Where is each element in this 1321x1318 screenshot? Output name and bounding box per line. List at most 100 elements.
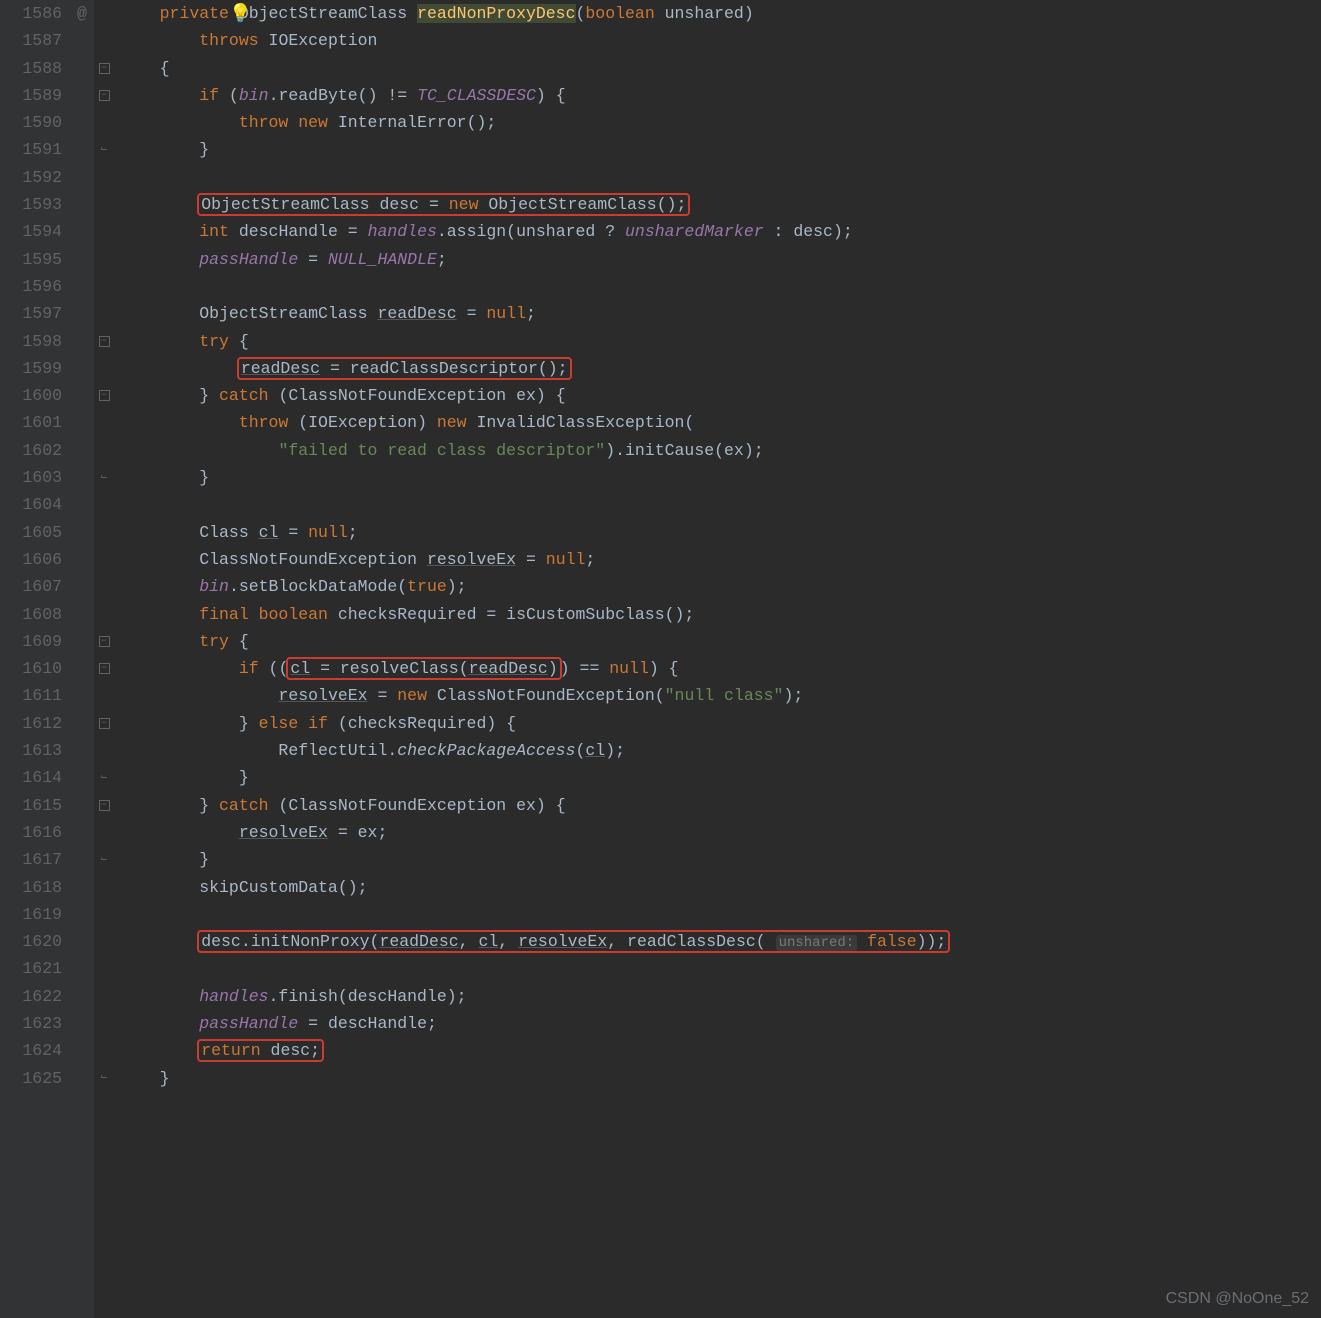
line-number[interactable]: 1604 — [10, 491, 62, 518]
code-line[interactable]: } catch (ClassNotFoundException ex) { — [120, 382, 1321, 409]
code-line[interactable] — [120, 955, 1321, 982]
line-number[interactable]: 1591 — [10, 136, 62, 163]
fold-marker[interactable]: − — [94, 655, 114, 682]
fold-marker[interactable]: ⌙ — [94, 764, 114, 791]
fold-marker[interactable]: − — [94, 382, 114, 409]
code-line[interactable]: handles.finish(descHandle); — [120, 983, 1321, 1010]
line-number[interactable]: 1612 — [10, 710, 62, 737]
code-line[interactable]: } — [120, 1065, 1321, 1092]
code-line[interactable]: return desc; — [120, 1037, 1321, 1064]
line-number[interactable]: 1623 — [10, 1010, 62, 1037]
fold-column[interactable]: −−⌙−−⌙−−−⌙−⌙⌙ — [94, 0, 114, 1318]
fold-marker[interactable]: − — [94, 710, 114, 737]
line-number[interactable]: 1621 — [10, 955, 62, 982]
line-number[interactable]: 1611 — [10, 682, 62, 709]
line-number-gutter[interactable]: 1586158715881589159015911592159315941595… — [0, 0, 70, 1318]
code-line[interactable] — [120, 491, 1321, 518]
line-number[interactable]: 1590 — [10, 109, 62, 136]
code-line[interactable]: desc.initNonProxy(readDesc, cl, resolveE… — [120, 928, 1321, 955]
line-number[interactable]: 1618 — [10, 874, 62, 901]
line-number[interactable]: 1587 — [10, 27, 62, 54]
code-line[interactable] — [120, 164, 1321, 191]
code-line[interactable]: int descHandle = handles.assign(unshared… — [120, 218, 1321, 245]
line-number[interactable]: 1609 — [10, 628, 62, 655]
code-line[interactable]: "failed to read class descriptor").initC… — [120, 437, 1321, 464]
line-number[interactable]: 1601 — [10, 409, 62, 436]
fold-marker[interactable]: − — [94, 328, 114, 355]
code-line[interactable]: } — [120, 464, 1321, 491]
code-line[interactable]: try { — [120, 628, 1321, 655]
code-line[interactable]: { — [120, 55, 1321, 82]
fold-marker[interactable]: − — [94, 82, 114, 109]
code-line[interactable]: readDesc = readClassDescriptor(); — [120, 355, 1321, 382]
code-line[interactable]: passHandle = NULL_HANDLE; — [120, 246, 1321, 273]
code-line[interactable]: } else if (checksRequired) { — [120, 710, 1321, 737]
line-number[interactable]: 1620 — [10, 928, 62, 955]
line-number[interactable]: 1593 — [10, 191, 62, 218]
line-number[interactable]: 1625 — [10, 1065, 62, 1092]
line-number[interactable]: 1588 — [10, 55, 62, 82]
line-number[interactable]: 1613 — [10, 737, 62, 764]
gutter-annotation — [70, 328, 94, 355]
fold-marker[interactable]: ⌙ — [94, 1065, 114, 1092]
intention-bulb-icon[interactable]: 💡 — [229, 3, 251, 25]
code-editor[interactable]: 1586158715881589159015911592159315941595… — [0, 0, 1321, 1318]
line-number[interactable]: 1616 — [10, 819, 62, 846]
line-number[interactable]: 1624 — [10, 1037, 62, 1064]
line-number[interactable]: 1605 — [10, 519, 62, 546]
code-line[interactable]: passHandle = descHandle; — [120, 1010, 1321, 1037]
code-line[interactable]: } — [120, 846, 1321, 873]
line-number[interactable]: 1602 — [10, 437, 62, 464]
line-number[interactable]: 1598 — [10, 328, 62, 355]
fold-marker[interactable]: ⌙ — [94, 464, 114, 491]
code-line[interactable]: skipCustomData(); — [120, 874, 1321, 901]
line-number[interactable]: 1594 — [10, 218, 62, 245]
line-number[interactable]: 1606 — [10, 546, 62, 573]
code-line[interactable]: throws IOException — [120, 27, 1321, 54]
line-number[interactable]: 1615 — [10, 792, 62, 819]
code-line[interactable]: } — [120, 136, 1321, 163]
line-number[interactable]: 1614 — [10, 764, 62, 791]
code-line[interactable]: private ObjectStreamClass readNonProxyDe… — [120, 0, 1321, 27]
line-number[interactable]: 1599 — [10, 355, 62, 382]
line-number[interactable]: 1589 — [10, 82, 62, 109]
code-line[interactable]: } — [120, 764, 1321, 791]
code-line[interactable]: ObjectStreamClass readDesc = null; — [120, 300, 1321, 327]
line-number[interactable]: 1610 — [10, 655, 62, 682]
fold-marker[interactable]: ⌙ — [94, 846, 114, 873]
code-line[interactable]: ObjectStreamClass desc = new ObjectStrea… — [120, 191, 1321, 218]
code-line[interactable] — [120, 901, 1321, 928]
fold-marker[interactable]: ⌙ — [94, 136, 114, 163]
line-number[interactable]: 1617 — [10, 846, 62, 873]
line-number[interactable]: 1596 — [10, 273, 62, 300]
fold-marker[interactable]: − — [94, 55, 114, 82]
line-number[interactable]: 1595 — [10, 246, 62, 273]
line-number[interactable]: 1597 — [10, 300, 62, 327]
code-line[interactable]: resolveEx = ex; — [120, 819, 1321, 846]
fold-marker[interactable]: − — [94, 628, 114, 655]
annotation-column[interactable]: @ — [70, 0, 94, 1318]
code-line[interactable]: Class cl = null; — [120, 519, 1321, 546]
fold-marker[interactable]: − — [94, 792, 114, 819]
line-number[interactable]: 1619 — [10, 901, 62, 928]
code-line[interactable] — [120, 273, 1321, 300]
code-line[interactable]: throw (IOException) new InvalidClassExce… — [120, 409, 1321, 436]
code-line[interactable]: } catch (ClassNotFoundException ex) { — [120, 792, 1321, 819]
line-number[interactable]: 1586 — [10, 0, 62, 27]
code-line[interactable]: throw new InternalError(); — [120, 109, 1321, 136]
code-area[interactable]: 💡 private ObjectStreamClass readNonProxy… — [114, 0, 1321, 1318]
code-line[interactable]: if ((cl = resolveClass(readDesc)) == nul… — [120, 655, 1321, 682]
code-line[interactable]: ClassNotFoundException resolveEx = null; — [120, 546, 1321, 573]
line-number[interactable]: 1607 — [10, 573, 62, 600]
code-line[interactable]: bin.setBlockDataMode(true); — [120, 573, 1321, 600]
line-number[interactable]: 1603 — [10, 464, 62, 491]
code-line[interactable]: ReflectUtil.checkPackageAccess(cl); — [120, 737, 1321, 764]
code-line[interactable]: final boolean checksRequired = isCustomS… — [120, 601, 1321, 628]
line-number[interactable]: 1600 — [10, 382, 62, 409]
line-number[interactable]: 1592 — [10, 164, 62, 191]
line-number[interactable]: 1622 — [10, 983, 62, 1010]
line-number[interactable]: 1608 — [10, 601, 62, 628]
code-line[interactable]: resolveEx = new ClassNotFoundException("… — [120, 682, 1321, 709]
code-line[interactable]: try { — [120, 328, 1321, 355]
code-line[interactable]: if (bin.readByte() != TC_CLASSDESC) { — [120, 82, 1321, 109]
